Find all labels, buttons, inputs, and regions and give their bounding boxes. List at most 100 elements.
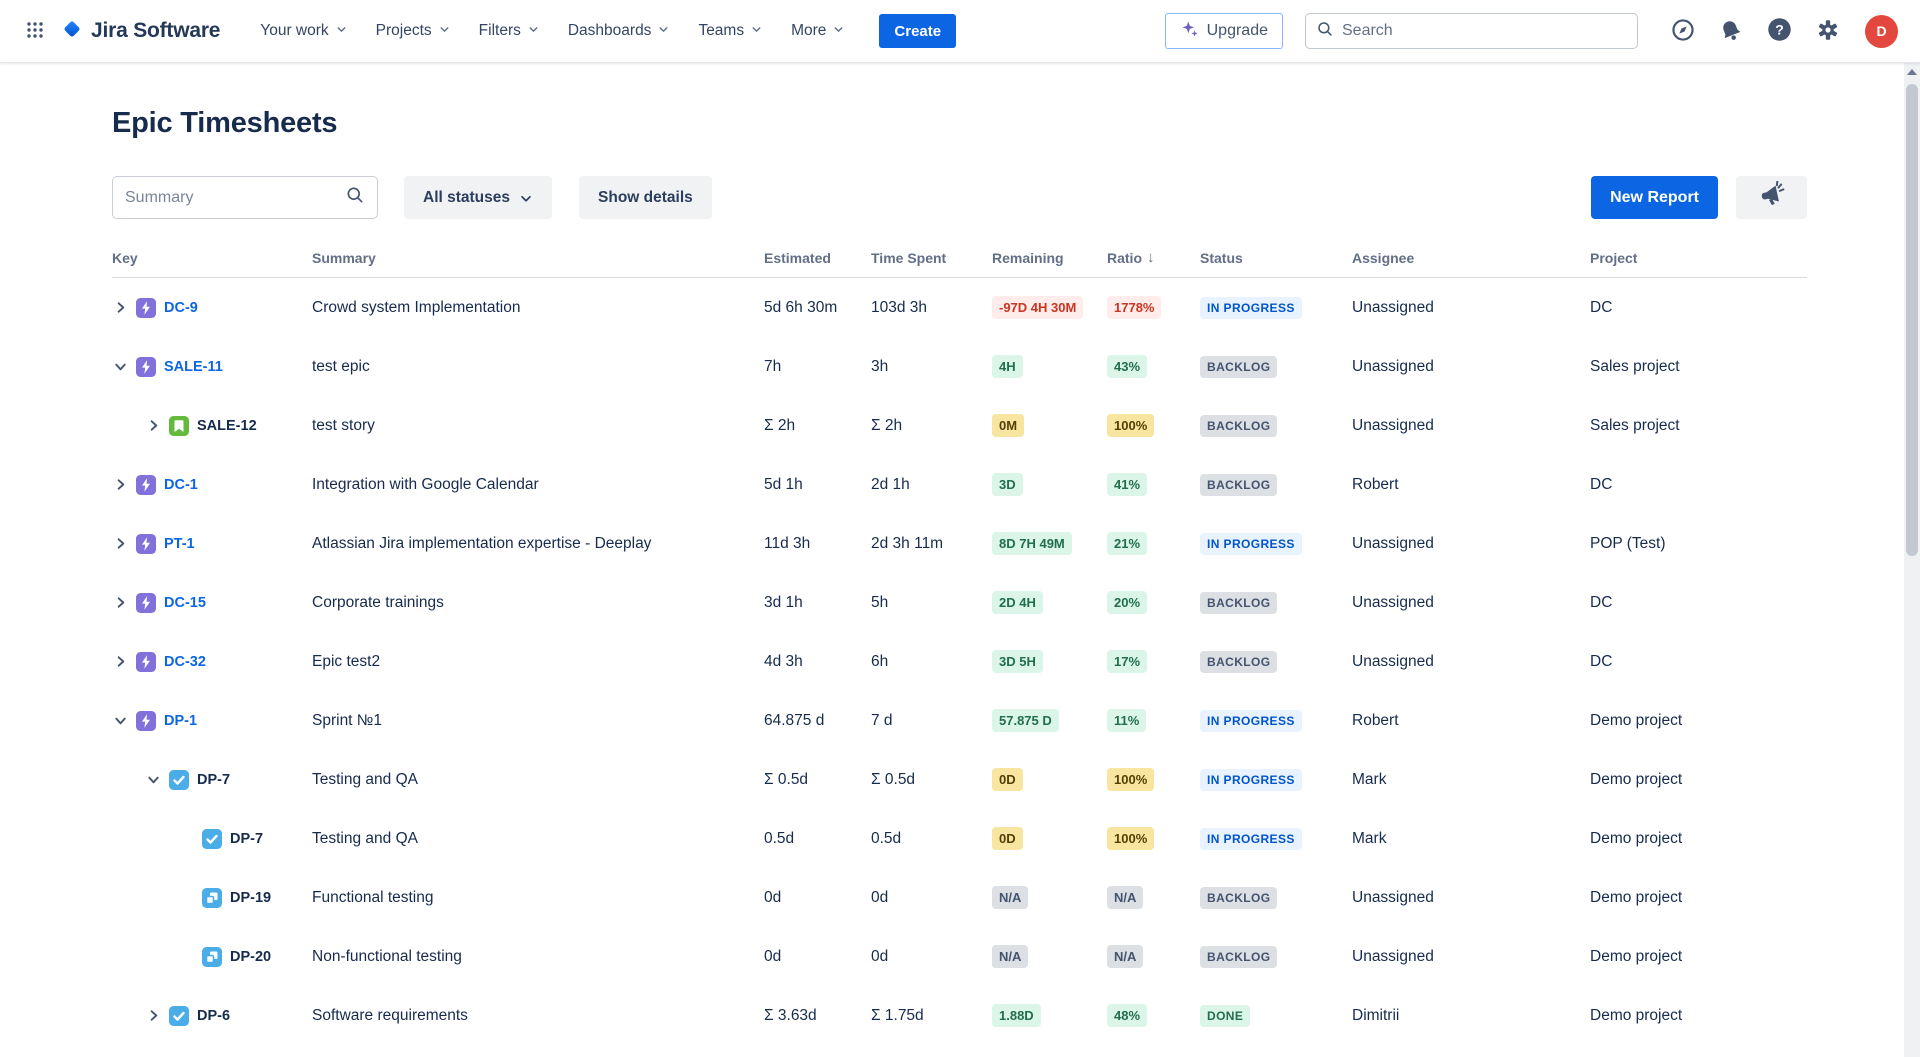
- new-report-button[interactable]: New Report: [1591, 176, 1718, 219]
- navbar-search: [1305, 13, 1638, 49]
- time-spent-cell: 7 d: [871, 712, 992, 730]
- expander[interactable]: [145, 1008, 161, 1024]
- jira-logo[interactable]: Jira Software: [60, 17, 220, 46]
- scrollbar-thumb[interactable]: [1906, 84, 1918, 556]
- summary-filter-input[interactable]: [125, 189, 345, 207]
- chevron-right-icon: [146, 418, 161, 433]
- help-button[interactable]: ?: [1760, 10, 1799, 52]
- upgrade-button[interactable]: Upgrade: [1165, 13, 1283, 49]
- nav-item-projects[interactable]: Projects: [366, 13, 461, 49]
- table-row: DP-7 Testing and QA 0.5d 0.5d 0D 100% IN…: [112, 809, 1807, 868]
- estimated-cell: 0d: [764, 889, 871, 907]
- project-cell: Demo project: [1590, 948, 1807, 966]
- ratio-badge: 1778%: [1107, 296, 1161, 319]
- table-row: SALE-11 test epic 7h 3h 4H 43% BACKLOG U…: [112, 337, 1807, 396]
- column-header-remaining[interactable]: Remaining: [992, 249, 1107, 266]
- ratio-badge: 100%: [1107, 827, 1154, 850]
- remaining-badge: 0D: [992, 827, 1023, 850]
- nav-item-your-work[interactable]: Your work: [250, 13, 357, 49]
- status-filter-dropdown[interactable]: All statuses: [404, 176, 552, 219]
- column-header-estimated[interactable]: Estimated: [764, 249, 871, 266]
- epic-icon: [136, 357, 156, 377]
- time-spent-cell: 2d 3h 11m: [871, 535, 992, 553]
- chevron-right-icon: [146, 1008, 161, 1023]
- key-cell: DP-20: [112, 947, 312, 967]
- remaining-badge: 2D 4H: [992, 591, 1043, 614]
- column-header-summary[interactable]: Summary: [312, 249, 764, 266]
- expander[interactable]: [112, 359, 128, 375]
- column-header-ratio[interactable]: Ratio ↓: [1107, 249, 1200, 266]
- estimated-cell: 4d 3h: [764, 653, 871, 671]
- column-header-status[interactable]: Status: [1200, 249, 1352, 266]
- story-icon: [169, 416, 189, 436]
- issue-key[interactable]: SALE-12: [197, 418, 257, 434]
- announcement-button[interactable]: [1736, 176, 1807, 219]
- table-row: DC-9 Crowd system Implementation 5d 6h 3…: [112, 278, 1807, 337]
- issue-key[interactable]: DC-32: [164, 654, 206, 670]
- expander[interactable]: [112, 713, 128, 729]
- issue-key[interactable]: DP-1: [164, 713, 197, 729]
- key-cell: DP-19: [112, 888, 312, 908]
- issue-key[interactable]: DP-19: [230, 890, 271, 906]
- assignee-cell: Unassigned: [1352, 889, 1590, 907]
- expander[interactable]: [112, 477, 128, 493]
- expander[interactable]: [145, 772, 161, 788]
- chevron-down-icon: [519, 192, 533, 206]
- column-header-time-spent[interactable]: Time Spent: [871, 249, 992, 266]
- issue-key[interactable]: DP-7: [197, 772, 230, 788]
- ratio-badge: 100%: [1107, 414, 1154, 437]
- assignee-cell: Unassigned: [1352, 948, 1590, 966]
- issue-key[interactable]: PT-1: [164, 536, 195, 552]
- summary-cell: test story: [312, 417, 764, 435]
- settings-button[interactable]: [1809, 11, 1847, 52]
- summary-cell: Sprint №1: [312, 712, 764, 730]
- remaining-badge: 8D 7H 49M: [992, 532, 1072, 555]
- remaining-badge: 3D: [992, 473, 1023, 496]
- issue-key[interactable]: DC-1: [164, 477, 198, 493]
- project-cell: DC: [1590, 476, 1807, 494]
- expander[interactable]: [112, 595, 128, 611]
- issue-key[interactable]: DP-6: [197, 1008, 230, 1024]
- estimated-cell: 0d: [764, 948, 871, 966]
- scrollbar-up-arrow[interactable]: [1904, 63, 1920, 80]
- epic-icon: [136, 534, 156, 554]
- column-header-project[interactable]: Project: [1590, 249, 1807, 266]
- column-header-assignee[interactable]: Assignee: [1352, 249, 1590, 266]
- remaining-badge: 3D 5H: [992, 650, 1043, 673]
- summary-cell: Non-functional testing: [312, 948, 764, 966]
- assignee-cell: Robert: [1352, 712, 1590, 730]
- ratio-badge: 100%: [1107, 768, 1154, 791]
- navbar-search-input[interactable]: [1342, 22, 1627, 40]
- key-cell: DC-9: [112, 298, 312, 318]
- issue-key[interactable]: DP-20: [230, 949, 271, 965]
- issue-key[interactable]: DP-7: [230, 831, 263, 847]
- main-content: Epic Timesheets All statuses Show detail…: [0, 107, 1920, 1045]
- nav-item-teams[interactable]: Teams: [688, 13, 773, 49]
- project-cell: DC: [1590, 653, 1807, 671]
- app-switcher-icon: [26, 21, 44, 42]
- megaphone-icon: [1757, 181, 1787, 214]
- nav-item-more[interactable]: More: [781, 13, 855, 49]
- estimated-cell: 7h: [764, 358, 871, 376]
- issue-key[interactable]: DC-15: [164, 595, 206, 611]
- column-header-key[interactable]: Key: [112, 249, 312, 266]
- issue-key[interactable]: DC-9: [164, 300, 198, 316]
- expander[interactable]: [112, 536, 128, 552]
- expander[interactable]: [145, 418, 161, 434]
- create-button[interactable]: Create: [879, 14, 956, 48]
- notifications-button[interactable]: [1712, 12, 1750, 50]
- status-badge: IN PROGRESS: [1200, 828, 1302, 850]
- app-switcher-button[interactable]: [20, 15, 50, 48]
- avatar[interactable]: D: [1865, 15, 1898, 48]
- discover-button[interactable]: [1664, 11, 1702, 52]
- issue-key[interactable]: SALE-11: [164, 359, 223, 375]
- show-details-button[interactable]: Show details: [579, 176, 712, 219]
- time-spent-cell: 0d: [871, 889, 992, 907]
- nav-item-dashboards[interactable]: Dashboards: [558, 13, 681, 49]
- chevron-down-icon: [335, 21, 348, 41]
- chevron-right-icon: [146, 772, 161, 787]
- expander[interactable]: [112, 300, 128, 316]
- expander[interactable]: [112, 654, 128, 670]
- summary-cell: Software requirements: [312, 1007, 764, 1025]
- nav-item-filters[interactable]: Filters: [469, 13, 550, 49]
